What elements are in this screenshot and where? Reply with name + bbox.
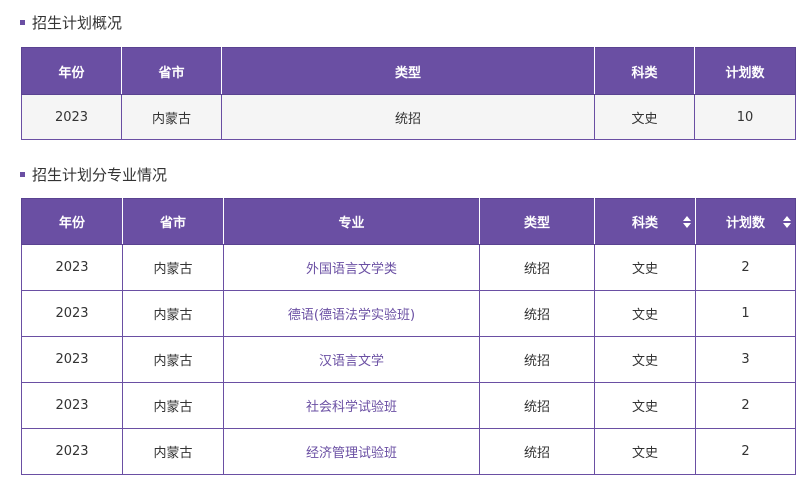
cell-province: 内蒙古 (122, 336, 224, 383)
cell-plan-count: 2 (695, 382, 796, 429)
cell-year: 2023 (21, 382, 123, 429)
header-category-sortable[interactable]: 科类 (594, 198, 696, 245)
cell-plan-count: 2 (695, 244, 796, 291)
cell-province: 内蒙古 (122, 244, 224, 291)
cell-province: 内蒙古 (122, 382, 224, 429)
cell-type: 统招 (479, 244, 595, 291)
header-type: 类型 (221, 47, 595, 95)
cell-province: 内蒙古 (121, 94, 222, 140)
header-category: 科类 (594, 47, 695, 95)
cell-plan-count: 1 (695, 290, 796, 337)
cell-major-link[interactable]: 经济管理试验班 (223, 428, 480, 475)
cell-category: 文史 (594, 428, 696, 475)
section-title-text: 招生计划概况 (32, 13, 123, 32)
section-title-overview: 招生计划概况 (20, 12, 122, 32)
cell-province: 内蒙古 (122, 290, 224, 337)
header-plan-count-label: 计划数 (725, 216, 765, 231)
cell-major-link[interactable]: 汉语言文学 (223, 336, 480, 383)
cell-type: 统招 (479, 428, 595, 475)
table-row: 2023 内蒙古 统招 文史 10 (21, 94, 796, 140)
cell-province: 内蒙古 (122, 428, 224, 475)
header-province: 省市 (121, 47, 222, 95)
section-title-by-major: 招生计划分专业情况 (20, 164, 167, 184)
table-header-row: 年份 省市 专业 类型 科类 计划数 (21, 198, 796, 245)
cell-category: 文史 (594, 94, 695, 140)
cell-year: 2023 (21, 336, 123, 383)
cell-category: 文史 (594, 244, 696, 291)
header-year: 年份 (21, 198, 123, 245)
header-province: 省市 (122, 198, 224, 245)
table-header-row: 年份 省市 类型 科类 计划数 (21, 47, 796, 95)
cell-plan-count: 3 (695, 336, 796, 383)
section-bullet-icon (20, 19, 25, 25)
header-plan-count: 计划数 (694, 47, 796, 95)
plan-overview-table: 年份 省市 类型 科类 计划数 2023 内蒙古 统招 文史 10 (21, 47, 796, 140)
header-plan-count-sortable[interactable]: 计划数 (695, 198, 796, 245)
sort-icon[interactable] (783, 215, 791, 228)
sort-icon[interactable] (683, 215, 691, 228)
header-year: 年份 (21, 47, 122, 95)
cell-year: 2023 (21, 94, 122, 140)
header-category-label: 科类 (631, 216, 658, 231)
cell-year: 2023 (21, 428, 123, 475)
table-row: 2023 内蒙古 外国语言文学类 统招 文史 2 (21, 244, 796, 291)
cell-plan-count: 10 (694, 94, 796, 140)
table-row: 2023 内蒙古 社会科学试验班 统招 文史 2 (21, 382, 796, 429)
cell-category: 文史 (594, 290, 696, 337)
cell-year: 2023 (21, 244, 123, 291)
table-row: 2023 内蒙古 德语(德语法学实验班) 统招 文史 1 (21, 290, 796, 337)
cell-year: 2023 (21, 290, 123, 337)
header-major: 专业 (223, 198, 480, 245)
table-row: 2023 内蒙古 汉语言文学 统招 文史 3 (21, 336, 796, 383)
cell-category: 文史 (594, 336, 696, 383)
cell-major-link[interactable]: 外国语言文学类 (223, 244, 480, 291)
cell-type: 统招 (479, 336, 595, 383)
section-title-text: 招生计划分专业情况 (32, 165, 168, 184)
cell-major-link[interactable]: 德语(德语法学实验班) (223, 290, 480, 337)
section-bullet-icon (20, 171, 25, 177)
cell-plan-count: 2 (695, 428, 796, 475)
cell-type: 统招 (479, 290, 595, 337)
cell-category: 文史 (594, 382, 696, 429)
plan-by-major-table: 年份 省市 专业 类型 科类 计划数 2023 内蒙古 外国语言文学类 统招 文… (21, 198, 796, 475)
cell-major-link[interactable]: 社会科学试验班 (223, 382, 480, 429)
header-type: 类型 (479, 198, 595, 245)
cell-type: 统招 (221, 94, 595, 140)
cell-type: 统招 (479, 382, 595, 429)
table-row: 2023 内蒙古 经济管理试验班 统招 文史 2 (21, 428, 796, 475)
